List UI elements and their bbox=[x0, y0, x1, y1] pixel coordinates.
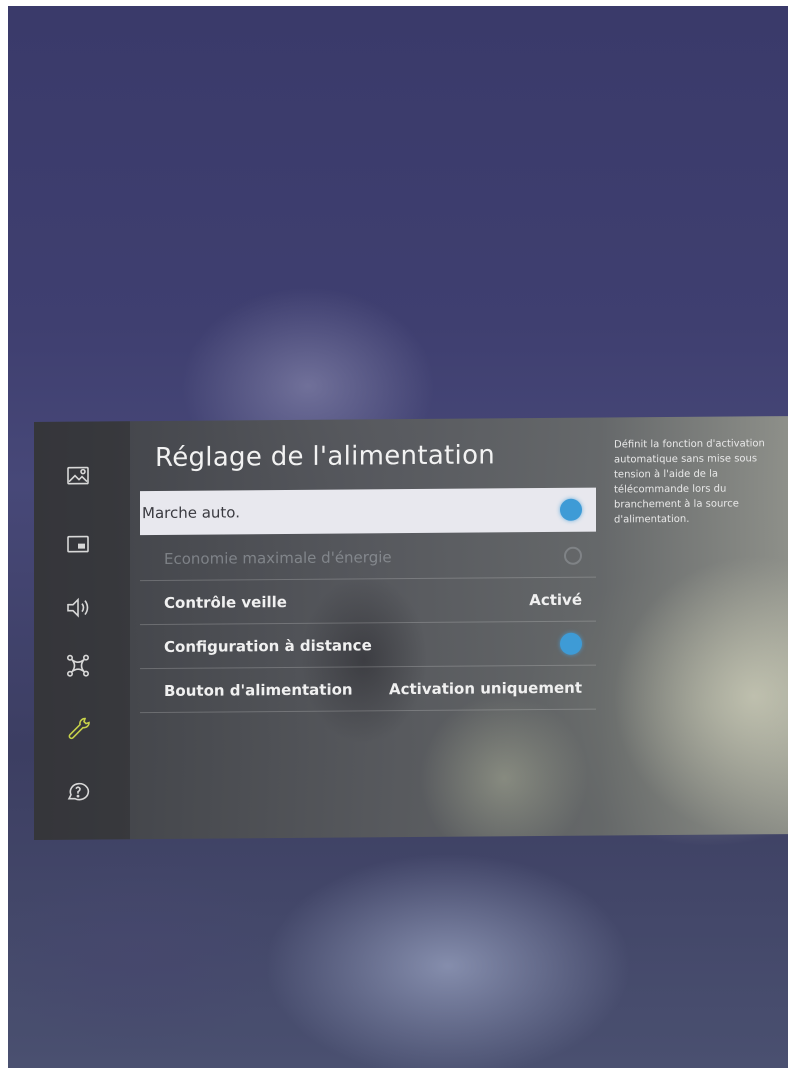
settings-panel: Réglage de l'alimentation Marche auto. E… bbox=[34, 416, 788, 840]
help-description: Définit la fonction d'activation automat… bbox=[614, 438, 765, 526]
toggle-disabled-icon bbox=[564, 546, 582, 565]
wrench-icon[interactable] bbox=[64, 714, 92, 742]
menu-item-label: Configuration à distance bbox=[164, 635, 372, 656]
menu-item-bouton-alimentation[interactable]: Bouton d'alimentation Activation uniquem… bbox=[140, 665, 596, 714]
menu-item-value: Activé bbox=[529, 590, 582, 609]
menu-item-value: Activation uniquement bbox=[389, 678, 582, 698]
menu-item-label: Economie maximale d'énergie bbox=[164, 547, 392, 568]
picture-icon[interactable] bbox=[64, 462, 92, 490]
menu-item-configuration-distance[interactable]: Configuration à distance bbox=[140, 621, 596, 670]
menu-item-marche-auto[interactable]: Marche auto. bbox=[140, 487, 596, 536]
network-icon[interactable] bbox=[64, 652, 92, 680]
menu-item-controle-veille[interactable]: Contrôle veille Activé bbox=[140, 577, 596, 626]
page-title: Réglage de l'alimentation bbox=[155, 440, 496, 474]
tv-screen-photo: Réglage de l'alimentation Marche auto. E… bbox=[8, 6, 788, 1068]
toggle-on-icon[interactable] bbox=[560, 498, 582, 521]
picture-in-picture-icon[interactable] bbox=[64, 530, 92, 558]
menu-item-label: Marche auto. bbox=[142, 503, 240, 523]
settings-sidebar bbox=[34, 421, 130, 840]
support-icon[interactable] bbox=[64, 778, 92, 806]
menu-item-label: Bouton d'alimentation bbox=[164, 679, 353, 700]
menu-item-label: Contrôle veille bbox=[164, 592, 287, 612]
menu-item-economie-energie: Economie maximale d'énergie bbox=[140, 533, 596, 582]
toggle-on-icon[interactable] bbox=[560, 632, 582, 655]
sound-icon[interactable] bbox=[64, 594, 92, 622]
